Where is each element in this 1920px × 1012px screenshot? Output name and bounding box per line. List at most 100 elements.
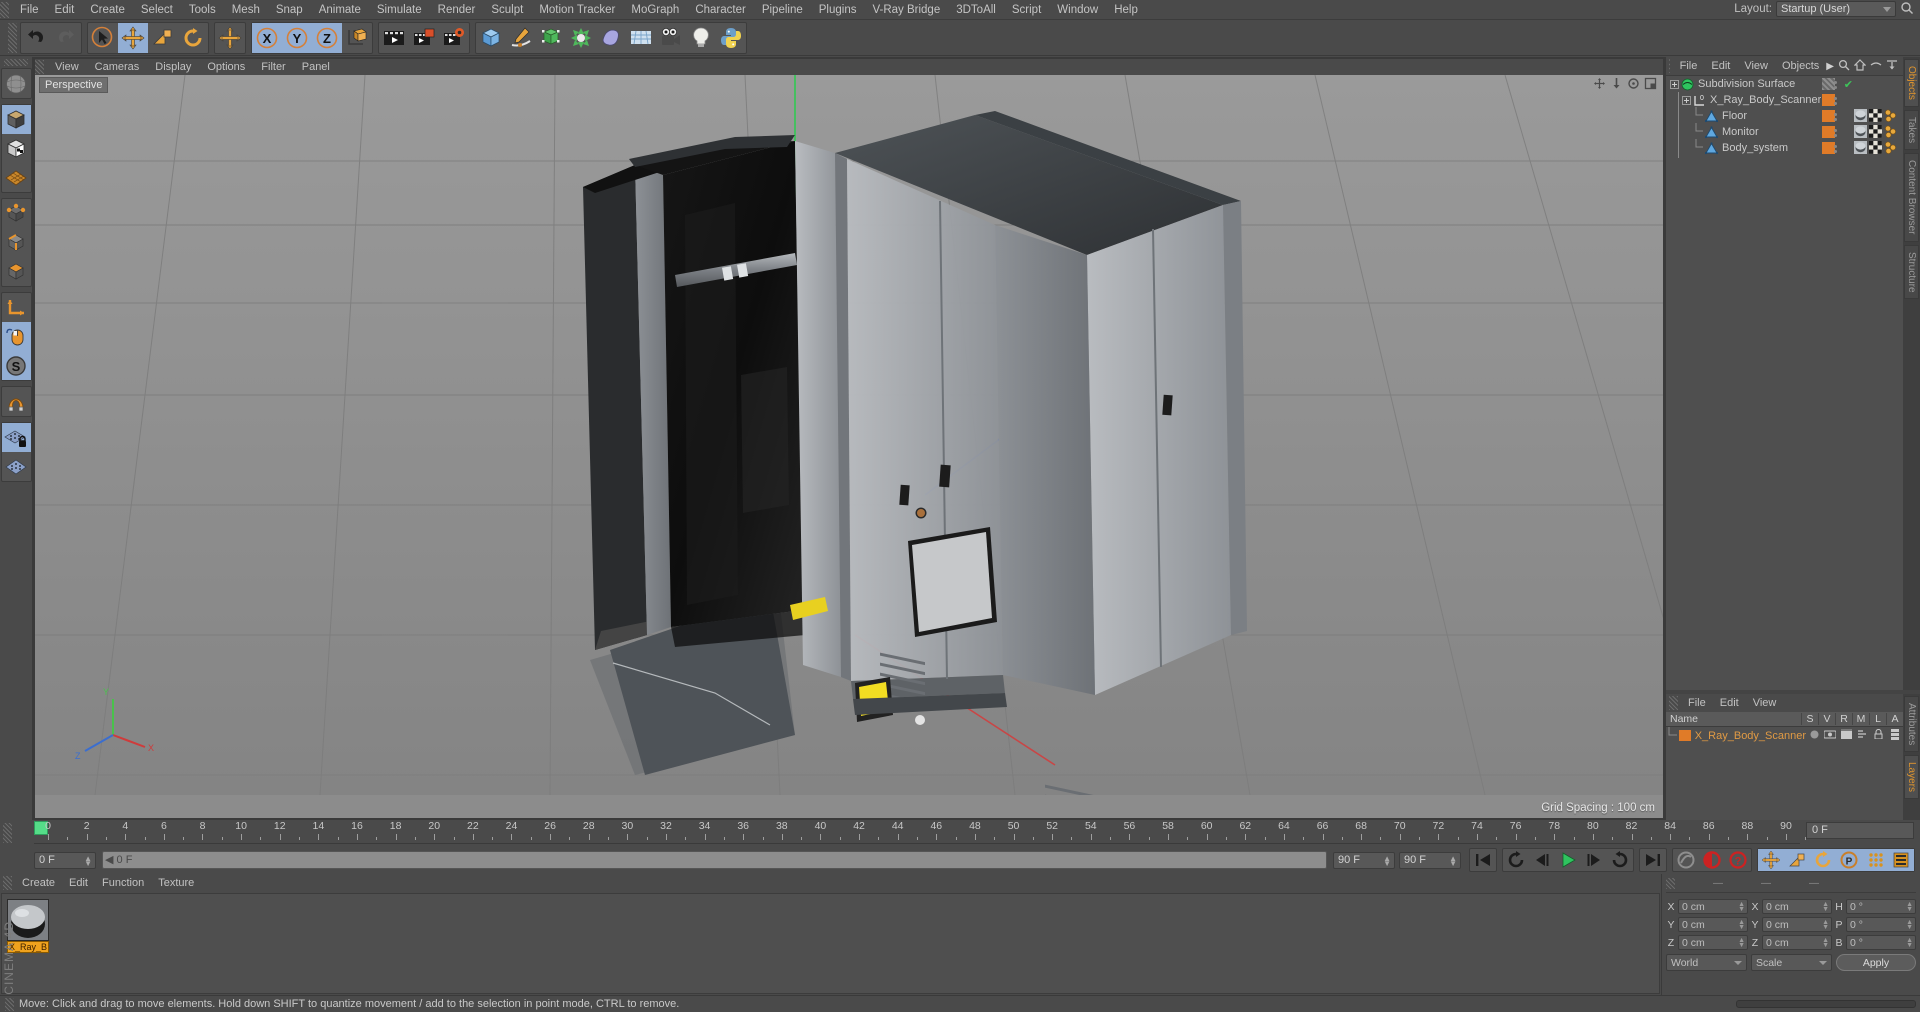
menu-animate[interactable]: Animate — [311, 0, 369, 20]
rotate-view-icon[interactable] — [1627, 77, 1640, 93]
viewport-menu-display[interactable]: Display — [147, 59, 199, 75]
visibility-dots-icon[interactable] — [1834, 129, 1837, 132]
timeline-toggle-button[interactable] — [1888, 849, 1914, 871]
layer-lock-toggle[interactable] — [1871, 728, 1887, 742]
zoom-view-icon[interactable] — [1610, 77, 1623, 93]
material-manager-menu-create[interactable]: Create — [15, 874, 62, 892]
material-tag[interactable] — [1854, 141, 1867, 154]
key-pla-button[interactable]: P — [1836, 849, 1862, 871]
tab-content-browser[interactable]: Content Browser — [1904, 153, 1919, 242]
edge-mode-button[interactable] — [2, 228, 31, 257]
tab-structure[interactable]: Structure — [1904, 244, 1919, 300]
move-tool-button[interactable] — [118, 22, 148, 53]
viewport-menu-cameras[interactable]: Cameras — [87, 59, 148, 75]
key-position-button[interactable] — [1758, 849, 1784, 871]
layer-row[interactable]: X_Ray_Body_Scanner — [1666, 727, 1903, 744]
menu-sculpt[interactable]: Sculpt — [483, 0, 531, 20]
menu-character[interactable]: Character — [687, 0, 754, 20]
visibility-dots-icon[interactable] — [1834, 81, 1837, 84]
viewport-menu-view[interactable]: View — [47, 59, 87, 75]
key-param-button[interactable] — [1862, 849, 1888, 871]
add-light-button[interactable] — [686, 23, 716, 53]
uvw-tag[interactable] — [1869, 125, 1882, 138]
render-settings-button[interactable] — [439, 23, 469, 53]
python-button[interactable] — [716, 23, 746, 53]
max-frame-field[interactable]: 90 F ▲ ▼ — [1399, 851, 1461, 869]
material-manager-menu-texture[interactable]: Texture — [151, 874, 201, 892]
object-layer-color[interactable] — [1822, 142, 1835, 154]
tab-attributes[interactable]: Attributes — [1904, 696, 1919, 753]
size-y-field[interactable]: 0 cm ▲ ▼ — [1762, 917, 1832, 932]
spinner-icon[interactable]: ▲ ▼ — [1822, 937, 1829, 949]
chevron-right-icon[interactable]: ▶ — [1826, 61, 1834, 72]
maximize-view-icon[interactable] — [1644, 77, 1657, 93]
menu-simulate[interactable]: Simulate — [369, 0, 430, 20]
home-icon[interactable] — [1853, 58, 1867, 74]
expander-icon[interactable] — [1670, 79, 1679, 89]
object-manager-menu-edit[interactable]: Edit — [1704, 57, 1737, 75]
add-cube-button[interactable] — [476, 23, 506, 53]
magnet-tool-button[interactable] — [2, 387, 31, 416]
lock-z-button[interactable]: Z — [312, 22, 342, 53]
menu-mograph[interactable]: MoGraph — [623, 0, 687, 20]
menu-file[interactable]: File — [12, 0, 47, 20]
coord-mode-select[interactable]: Scale — [1750, 954, 1832, 971]
object-manager-menu-view[interactable]: View — [1737, 57, 1775, 75]
polygon-mode-button[interactable] — [2, 257, 31, 286]
material-list[interactable]: X_Ray_B — [1, 893, 1660, 994]
menu-v-ray-bridge[interactable]: V-Ray Bridge — [864, 0, 948, 20]
add-deformer-button[interactable] — [566, 23, 596, 53]
timeline-ruler[interactable]: 0 2 4 6 8 10 12 14 16 18 20 22 24 26 28 30 32 34 36 38 40 42 4… — [34, 820, 1807, 844]
horizontal-scrollbar[interactable] — [1736, 1000, 1916, 1008]
go-to-start-button[interactable] — [1470, 849, 1496, 871]
add-floor-button[interactable] — [626, 23, 656, 53]
selection-tag[interactable] — [1884, 141, 1897, 154]
spinner-icon[interactable]: ▲ ▼ — [1738, 937, 1745, 949]
lock-x-button[interactable]: X — [252, 22, 282, 53]
perspective-viewport[interactable]: Y X Z Perspective Grid Spacing: 100 cm — [35, 75, 1663, 818]
layer-visible-toggle[interactable] — [1822, 730, 1838, 742]
menu-edit[interactable]: Edit — [47, 0, 83, 20]
expand-icon[interactable] — [1886, 59, 1898, 74]
key-scale-button[interactable] — [1784, 849, 1810, 871]
layout-select[interactable]: Startup (User) — [1776, 1, 1896, 17]
point-mode-button[interactable] — [2, 199, 31, 228]
menu-snap[interactable]: Snap — [268, 0, 311, 20]
spinner-icon[interactable]: ▲ ▼ — [1822, 901, 1829, 913]
move-view-icon[interactable] — [1593, 77, 1606, 93]
menu-plugins[interactable]: Plugins — [811, 0, 865, 20]
menu-script[interactable]: Script — [1004, 0, 1049, 20]
layer-manager-menu-view[interactable]: View — [1746, 694, 1784, 712]
snap-settings-button[interactable]: S — [1, 351, 31, 380]
tab-layers[interactable]: Layers — [1904, 755, 1919, 800]
object-layer-color[interactable] — [1822, 78, 1835, 90]
record-button[interactable] — [1699, 849, 1725, 871]
spinner-icon[interactable]: ▲ ▼ — [1738, 901, 1745, 913]
menu-window[interactable]: Window — [1049, 0, 1106, 20]
spinner-icon[interactable]: ▲ ▼ — [84, 854, 92, 867]
workplane-lock-button[interactable] — [1, 423, 31, 452]
rot-h-field[interactable]: 0 ° ▲ ▼ — [1846, 899, 1916, 914]
timeline-scrub-bar[interactable]: ◀ 0 F — [102, 851, 1327, 869]
add-spline-button[interactable] — [506, 23, 536, 53]
render-view-button[interactable] — [379, 23, 409, 53]
layer-manager-toggle[interactable] — [1854, 729, 1870, 742]
lock-y-button[interactable]: Y — [282, 22, 312, 53]
previous-key-button[interactable] — [1503, 849, 1529, 871]
size-x-field[interactable]: 0 cm ▲ ▼ — [1762, 899, 1832, 914]
layer-solo-toggle[interactable] — [1806, 730, 1822, 742]
menu-motion-tracker[interactable]: Motion Tracker — [531, 0, 623, 20]
layer-manager-menu-edit[interactable]: Edit — [1713, 694, 1746, 712]
layer-animation-toggle[interactable] — [1887, 728, 1903, 743]
step-back-button[interactable] — [1529, 849, 1555, 871]
visibility-dots-icon[interactable] — [1834, 97, 1837, 100]
menu-pipeline[interactable]: Pipeline — [754, 0, 811, 20]
eye-icon[interactable] — [1870, 59, 1882, 74]
pos-x-field[interactable]: 0 cm ▲ ▼ — [1678, 899, 1748, 914]
spinner-icon[interactable]: ▲ ▼ — [1906, 919, 1913, 931]
spinner-icon[interactable]: ▲ ▼ — [1383, 854, 1391, 867]
material-tag[interactable] — [1854, 125, 1867, 138]
viewport-menu-options[interactable]: Options — [199, 59, 253, 75]
axis-mode-button[interactable] — [2, 293, 31, 322]
selection-tag[interactable] — [1884, 109, 1897, 122]
